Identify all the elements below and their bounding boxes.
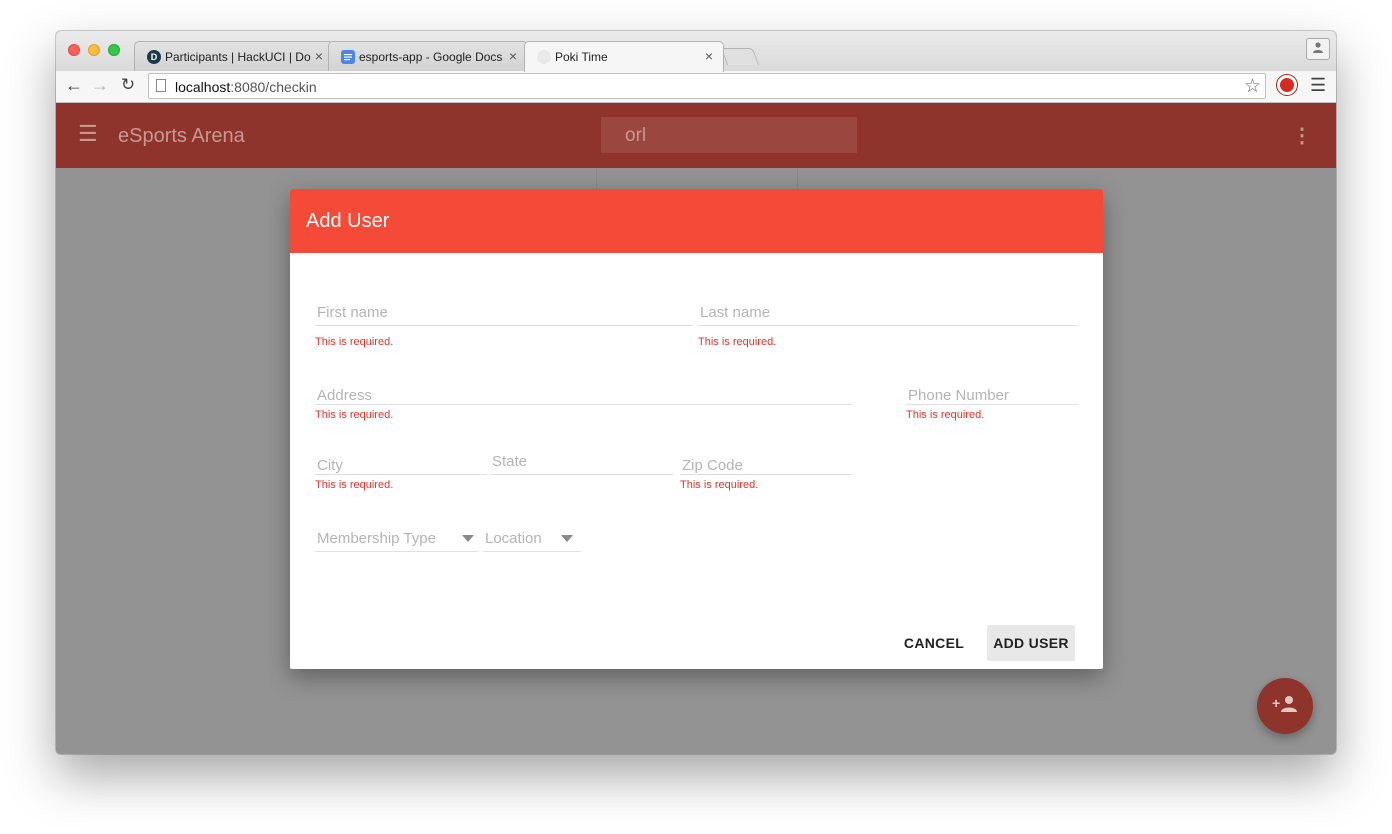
zoom-window-button[interactable] — [108, 44, 120, 56]
google-docs-icon — [341, 50, 355, 64]
url-host: localhost — [175, 79, 231, 95]
tab-close-icon[interactable]: × — [315, 48, 323, 64]
person-add-icon: + — [1272, 695, 1298, 718]
first-name-field[interactable]: First name — [315, 303, 693, 326]
zip-code-error: This is required. — [680, 479, 759, 491]
last-name-placeholder: Last name — [700, 304, 771, 321]
tab-close-icon[interactable]: × — [705, 48, 713, 64]
state-placeholder: State — [492, 453, 528, 470]
zip-code-field[interactable]: Zip Code — [680, 452, 852, 475]
dialog-title: Add User — [306, 210, 390, 232]
app-title: eSports Arena — [118, 125, 245, 147]
menu-icon[interactable]: ☰ — [78, 121, 98, 147]
city-field[interactable]: City — [315, 452, 487, 475]
tab-participants[interactable]: D Participants | HackUCI | Do × — [134, 41, 334, 71]
dropdown-arrow-icon — [561, 535, 573, 542]
last-name-error: This is required. — [698, 336, 777, 348]
more-vert-icon[interactable]: ⋮ — [1292, 123, 1312, 148]
page-icon — [156, 79, 166, 92]
first-name-placeholder: First name — [317, 304, 388, 321]
page-icon — [537, 50, 551, 64]
address-placeholder: Address — [317, 387, 373, 404]
phone-number-error: This is required. — [906, 409, 985, 421]
minimize-window-button[interactable] — [88, 44, 100, 56]
membership-type-select[interactable]: Membership Type — [315, 525, 478, 552]
close-window-button[interactable] — [68, 44, 80, 56]
browser-toolbar: ← → ↻ localhost:8080/checkin ☆ ☰ — [56, 71, 1336, 103]
tab-title: Participants | HackUCI | Do — [165, 50, 311, 64]
svg-text:+: + — [1272, 695, 1280, 711]
tab-poki-time[interactable]: Poki Time × — [524, 41, 724, 72]
profile-button[interactable] — [1306, 38, 1330, 60]
city-placeholder: City — [317, 457, 343, 474]
cancel-button[interactable]: CANCEL — [894, 625, 974, 661]
search-input[interactable]: orl — [601, 117, 857, 153]
dialog-header: Add User — [290, 189, 1103, 253]
location-placeholder: Location — [485, 530, 542, 547]
app-toolbar: ☰ eSports Arena orl ⋮ — [56, 103, 1336, 168]
location-select[interactable]: Location — [483, 525, 581, 552]
state-field[interactable]: State — [490, 452, 673, 475]
city-error: This is required. — [315, 479, 394, 491]
new-tab-button[interactable] — [720, 48, 760, 65]
back-icon[interactable]: ← — [64, 75, 84, 96]
person-icon — [1312, 40, 1324, 58]
phone-number-field[interactable]: Phone Number — [906, 382, 1078, 405]
membership-type-placeholder: Membership Type — [317, 530, 436, 547]
first-name-error: This is required. — [315, 336, 394, 348]
bookmark-star-icon[interactable]: ☆ — [1244, 75, 1261, 98]
tab-title: Poki Time — [555, 50, 608, 64]
tab-strip: D Participants | HackUCI | Do × esports-… — [56, 31, 1336, 72]
tab-title: esports-app - Google Docs — [359, 50, 503, 64]
browser-menu-icon[interactable]: ☰ — [1310, 75, 1326, 96]
add-user-fab[interactable]: + — [1257, 678, 1313, 734]
address-bar[interactable]: localhost:8080/checkin ☆ — [148, 73, 1266, 99]
url-path: :8080/checkin — [230, 79, 317, 95]
tab-close-icon[interactable]: × — [509, 48, 517, 64]
browser-window: D Participants | HackUCI | Do × esports-… — [56, 31, 1336, 754]
phone-number-placeholder: Phone Number — [908, 387, 1009, 404]
d-badge-icon: D — [147, 50, 161, 64]
zip-code-placeholder: Zip Code — [682, 457, 743, 474]
last-name-field[interactable]: Last name — [698, 303, 1078, 326]
address-error: This is required. — [315, 409, 394, 421]
tab-google-docs[interactable]: esports-app - Google Docs × — [328, 41, 528, 71]
forward-icon[interactable]: → — [90, 75, 110, 96]
address-field[interactable]: Address — [315, 382, 852, 405]
add-user-dialog: Add User First name This is required. La… — [290, 189, 1103, 669]
add-user-button[interactable]: ADD USER — [987, 625, 1075, 661]
adblock-extension-icon[interactable] — [1277, 75, 1297, 95]
dropdown-arrow-icon — [462, 535, 474, 542]
reload-icon[interactable]: ↻ — [118, 75, 138, 95]
